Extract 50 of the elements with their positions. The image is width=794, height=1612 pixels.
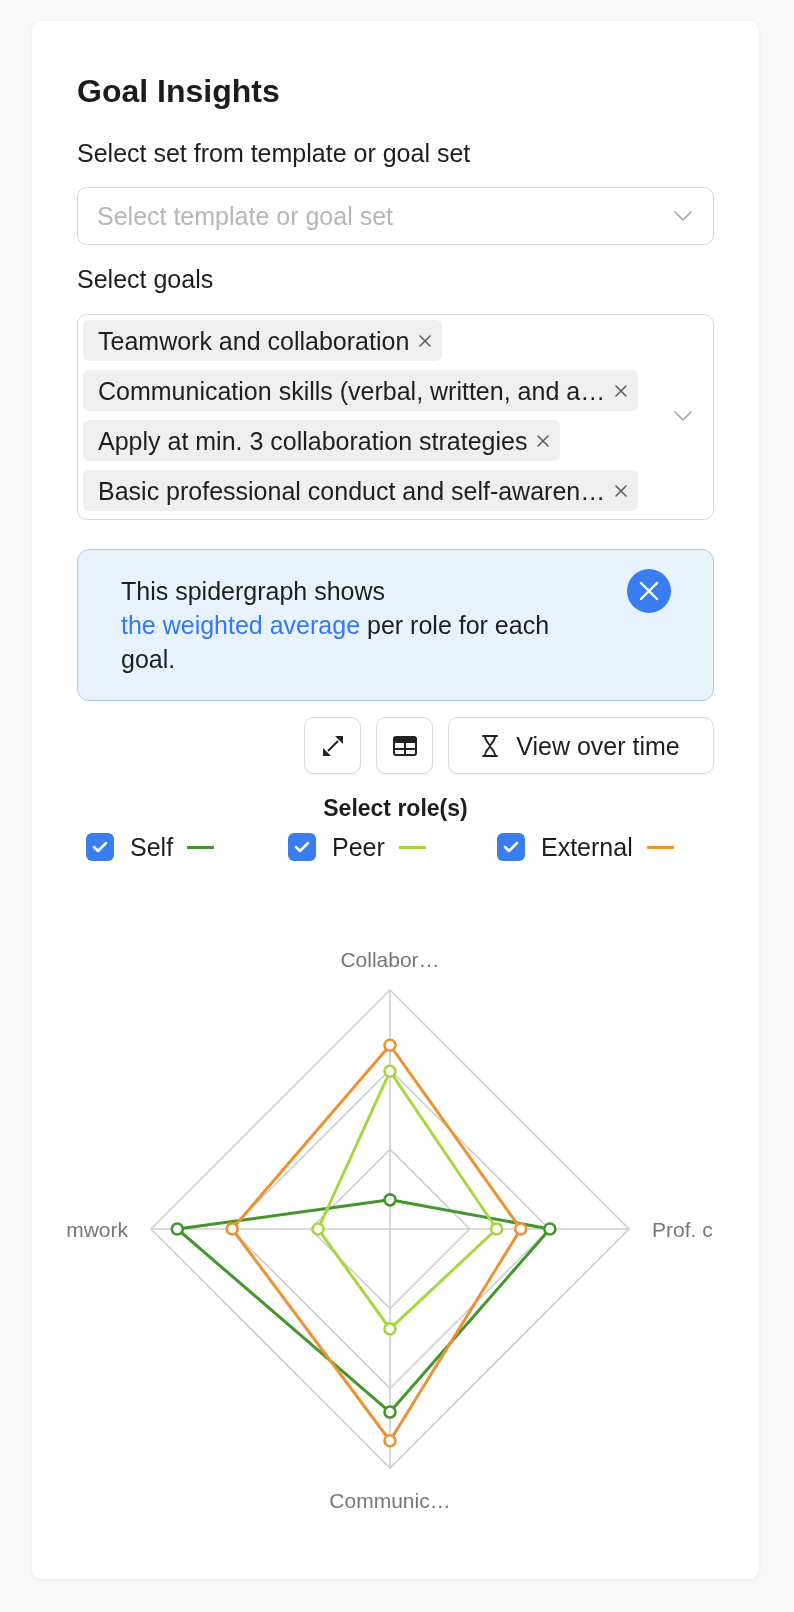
checkmark-icon xyxy=(92,841,108,853)
close-icon[interactable] xyxy=(537,434,550,447)
chevron-down-icon xyxy=(674,410,692,421)
expand-button[interactable] xyxy=(304,717,361,774)
page-title: Goal Insights xyxy=(77,72,280,111)
chip-label: Teamwork and collaboration xyxy=(98,325,410,356)
chevron-down-icon xyxy=(674,211,692,221)
data-point xyxy=(543,1222,557,1236)
info-link[interactable]: the weighted average xyxy=(121,611,361,639)
checkmark-icon xyxy=(503,841,519,853)
role-label: External xyxy=(541,832,633,862)
table-view-button[interactable] xyxy=(376,717,433,774)
expand-icon xyxy=(321,734,344,757)
role-label: Peer xyxy=(332,832,385,862)
data-point xyxy=(383,1433,397,1448)
chip-label: Communication skills (verbal, written, and a… xyxy=(98,375,606,406)
checkmark-icon xyxy=(294,841,310,853)
role-label: Self xyxy=(130,832,174,862)
view-over-time-button[interactable]: View over time xyxy=(448,717,714,774)
hourglass-icon xyxy=(482,734,499,757)
data-point xyxy=(513,1222,528,1236)
role-checkbox[interactable] xyxy=(288,833,316,861)
data-point xyxy=(489,1222,504,1236)
section-heading: Select role(s) xyxy=(323,794,468,823)
close-button[interactable] xyxy=(627,569,671,613)
close-icon xyxy=(639,581,659,601)
data-point xyxy=(383,1064,397,1079)
close-icon[interactable] xyxy=(615,384,628,397)
axis-label: mwork xyxy=(66,1217,128,1241)
table-icon xyxy=(392,735,417,756)
goals-select[interactable]: Teamwork and collaboration Communication skills (verbal, written, and a… Apply at min. 3 collaboration strategies Basic professional conduct and self-awaren… xyxy=(77,314,714,520)
role-checkbox[interactable] xyxy=(86,833,114,861)
axis-label: Prof. c xyxy=(652,1217,713,1241)
data-point xyxy=(311,1222,325,1236)
axis-label: Communic… xyxy=(329,1488,451,1512)
axis-label: Collabor… xyxy=(340,947,440,971)
chip-label: Apply at min. 3 collaboration strategies xyxy=(98,425,528,456)
data-point xyxy=(383,1405,397,1419)
info-text: This spidergraph shows the weighted average per role for each goal. xyxy=(121,576,551,675)
close-icon[interactable] xyxy=(615,484,628,497)
close-icon[interactable] xyxy=(419,334,432,347)
chip-label: Basic professional conduct and self-awaren… xyxy=(98,475,606,506)
field-label: Select set from template or goal set xyxy=(77,138,471,168)
data-point xyxy=(170,1222,185,1236)
data-point xyxy=(383,1038,397,1052)
data-point xyxy=(225,1222,240,1236)
field-label: Select goals xyxy=(77,264,214,294)
data-point xyxy=(383,1322,397,1336)
role-checkbox[interactable] xyxy=(497,833,525,861)
data-point xyxy=(383,1193,397,1207)
